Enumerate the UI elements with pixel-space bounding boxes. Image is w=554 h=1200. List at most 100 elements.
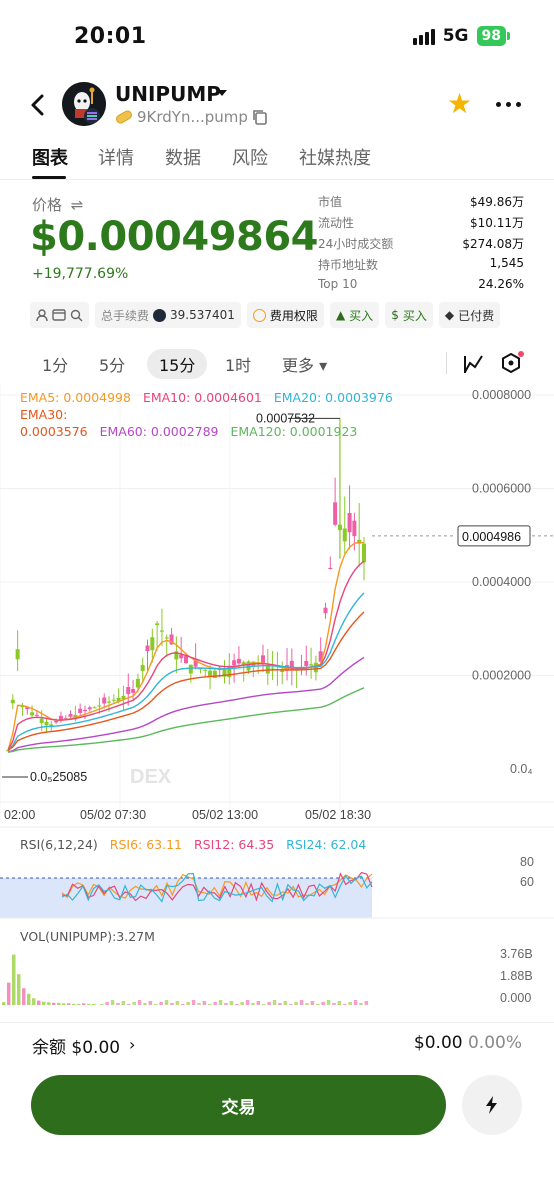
volume-bar [240, 1002, 244, 1005]
token-logo [62, 82, 106, 126]
tab-data[interactable]: 数据 [165, 144, 201, 170]
volume-bar [229, 1001, 234, 1005]
dropdown-caret-icon[interactable] [217, 90, 227, 96]
volume-bar [2, 1002, 6, 1005]
volume-bar [37, 1000, 41, 1005]
volume-bar [116, 1003, 120, 1005]
watermark-text: DEX [130, 766, 172, 788]
candle-body [39, 718, 44, 724]
rsi-title: RSI(6,12,24) [20, 837, 98, 852]
candle-body [78, 708, 83, 713]
divider [446, 352, 447, 374]
tab-social[interactable]: 社媒热度 [299, 144, 371, 170]
network-label: 5G [442, 26, 469, 46]
token-name[interactable]: UNIPUMP [115, 82, 221, 106]
favorite-star-icon[interactable]: ★ [447, 90, 472, 118]
volume-bar [143, 1003, 147, 1005]
volume-tick-label: 3.76B [500, 947, 533, 961]
balance-row: 余额 $0.00 › $0.00 0.00% [0, 1022, 554, 1062]
rsi-level-label: 80 [520, 855, 534, 869]
candle-body [184, 656, 188, 664]
y-tick-label: 0.0004000 [472, 575, 531, 589]
volume-bar [127, 1004, 131, 1005]
volume-bar [262, 1004, 266, 1005]
candle-body [87, 707, 92, 710]
chevron-right-icon[interactable]: › [129, 1035, 135, 1054]
candle-body [188, 664, 193, 674]
volume-tick-label: 1.88B [500, 969, 533, 983]
x-tick-label: 05/02 07:30 [80, 808, 146, 822]
price-chart[interactable]: 0.0008000 0.0006000 0.0004000 0.0002000 0.0₄… [0, 384, 554, 1020]
tag-tools[interactable] [30, 302, 89, 328]
volume-bar [245, 1000, 250, 1005]
lion-icon: ◆ [444, 308, 455, 322]
candle-body [82, 709, 87, 712]
swap-icon[interactable]: ⇌ [71, 196, 84, 214]
active-tab-indicator [32, 176, 66, 179]
candle-body [280, 670, 285, 673]
tag-buy-money[interactable]: $ 买入 [385, 302, 433, 328]
clock-icon [252, 308, 266, 322]
status-time: 20:01 [74, 24, 147, 49]
volume-bar [105, 1002, 109, 1005]
candle-body [68, 713, 73, 717]
candle-body [97, 705, 102, 707]
back-arrow-icon[interactable] [26, 90, 50, 120]
interval-15m[interactable]: 15分 [147, 349, 208, 379]
volume-bar [283, 1001, 288, 1005]
hat-icon: ▲ [335, 308, 346, 322]
interval-more[interactable]: 更多 ▾ [282, 352, 327, 376]
volume-bar [132, 1002, 136, 1005]
candle-body [135, 678, 140, 688]
volume-bar [332, 1003, 336, 1005]
low-price-label: 0.0₅25085 [30, 770, 87, 784]
tag-paid[interactable]: ◆ 已付费 [438, 302, 501, 328]
copy-icon[interactable] [252, 109, 268, 125]
top-tabs: 图表 详情 数据 风险 社媒热度 [0, 140, 554, 180]
ema60-label: EMA60: 0.0002789 [99, 424, 219, 439]
candle-body [150, 637, 155, 651]
volume-bar [337, 1001, 342, 1005]
volume-bar [251, 1003, 255, 1005]
interval-1h[interactable]: 1时 [225, 352, 251, 376]
ema30-value: 0.0003576 [20, 424, 88, 439]
search-icon [70, 309, 83, 321]
volume-bar [359, 1003, 363, 1005]
candle-body [92, 707, 97, 709]
tab-risk[interactable]: 风险 [232, 144, 268, 170]
volume-bar [208, 1004, 212, 1005]
quick-trade-button[interactable] [462, 1075, 522, 1135]
tab-chart[interactable]: 图表 [32, 144, 68, 170]
chart-settings-icon[interactable] [500, 351, 526, 377]
indicator-icon[interactable] [462, 352, 486, 376]
tab-details[interactable]: 详情 [98, 144, 134, 170]
volume-bar [100, 1004, 104, 1005]
candle-body [54, 720, 59, 723]
tag-total-fee[interactable]: 总手续费 39.537401 [95, 302, 241, 328]
current-price-label: 0.0004986 [462, 530, 521, 544]
interval-5m[interactable]: 5分 [99, 352, 125, 376]
balance-label[interactable]: 余额 $0.00 [32, 1033, 120, 1058]
volume-bar [289, 1004, 293, 1005]
user-icon [36, 308, 48, 321]
tag-fee-rights[interactable]: 费用权限 [246, 302, 324, 328]
token-address: 9KrdYn...pump [137, 108, 248, 126]
candle-body [333, 502, 338, 525]
ema20-label: EMA20: 0.0003976 [273, 390, 393, 405]
more-options-icon[interactable] [496, 102, 521, 107]
volume-bar [164, 1000, 169, 1005]
volume-bar [278, 1003, 282, 1005]
tag-buy-hat[interactable]: ▲ 买入 [329, 302, 380, 328]
volume-bar [32, 998, 36, 1005]
volume-bar [110, 1000, 115, 1005]
interval-1m[interactable]: 1分 [42, 352, 68, 376]
volume-bar [235, 1004, 239, 1005]
candle-body [208, 670, 213, 676]
volume-bar [213, 1002, 217, 1005]
volume-bar [181, 1004, 185, 1005]
volume-bar [186, 1002, 190, 1005]
candle-body [107, 701, 112, 703]
x-tick-label: 05/02 13:00 [192, 808, 258, 822]
candle-body [323, 607, 328, 614]
trade-button[interactable]: 交易 [31, 1075, 446, 1135]
